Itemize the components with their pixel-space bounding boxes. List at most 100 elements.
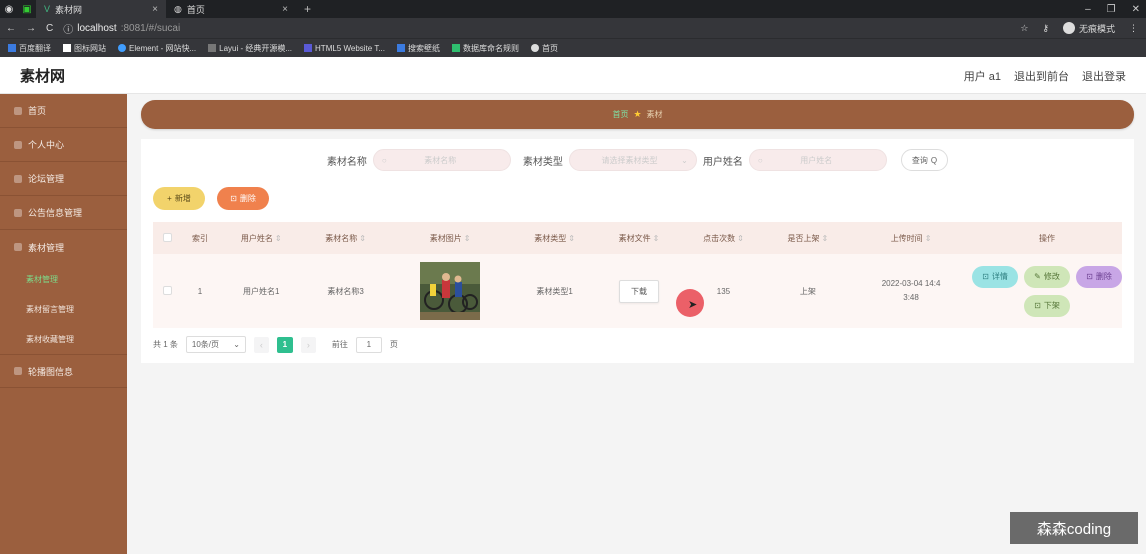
- sidebar-subitem-comments[interactable]: 素材留言管理: [0, 294, 127, 324]
- col-status[interactable]: 是否上架 ⇕: [765, 222, 851, 254]
- content-panel: 素材名称 ○ 素材名称 素材类型 请选择素材类型 ⌄ 用户姓名 ○ 用户姓名 查…: [141, 139, 1134, 363]
- sidebar-item-label: 个人中心: [28, 140, 65, 150]
- new-tab-icon[interactable]: +: [296, 2, 319, 16]
- batch-delete-button[interactable]: ⊡ 删除: [217, 187, 269, 210]
- name-search-input[interactable]: ○ 素材名称: [372, 149, 511, 171]
- page-suffix: 页: [389, 340, 398, 349]
- bookmark-item[interactable]: 首页: [530, 43, 558, 54]
- query-button[interactable]: 查询 Q: [900, 149, 949, 171]
- sort-icon: ⇕: [821, 233, 829, 243]
- incognito-badge[interactable]: 无痕模式: [1062, 22, 1115, 35]
- edit-label: 修改: [1043, 272, 1060, 281]
- goto-page-input[interactable]: 1: [355, 336, 382, 353]
- reload-icon[interactable]: C: [46, 23, 53, 34]
- bookmark-item[interactable]: Layui - 经典开源模...: [208, 43, 292, 54]
- pagination: 共 1 条 10条/页 ⌄ ‹ 1 › 前往 1 页: [153, 336, 1122, 353]
- forward-icon[interactable]: →: [26, 23, 36, 34]
- mouse-cursor-icon: ➤: [688, 299, 698, 311]
- col-clicks[interactable]: 点击次数 ⇕: [681, 222, 766, 254]
- col-label: 操作: [1039, 233, 1055, 243]
- chevron-down-icon: ⌄: [681, 155, 688, 165]
- sidebar-subitem-favorites[interactable]: 素材收藏管理: [0, 324, 127, 354]
- material-thumbnail[interactable]: [420, 262, 481, 320]
- col-label: 素材图片: [429, 233, 462, 243]
- col-type[interactable]: 素材类型 ⇕: [512, 222, 597, 254]
- incognito-label: 无痕模式: [1078, 23, 1115, 34]
- sidebar-item-notice[interactable]: 公告信息管理: [0, 196, 127, 230]
- cell-image: [387, 254, 513, 328]
- next-page-icon[interactable]: ›: [300, 336, 316, 353]
- col-image[interactable]: 素材图片 ⇕: [387, 222, 513, 254]
- bookmark-icon: [530, 44, 539, 52]
- col-index: 索引: [181, 222, 219, 254]
- plus-icon: +: [167, 194, 172, 203]
- star-icon[interactable]: ☆: [1020, 23, 1028, 34]
- sidebar-item-label: 素材管理: [28, 242, 65, 253]
- logout-link[interactable]: 退出登录: [1082, 68, 1126, 84]
- bookmark-item[interactable]: HTML5 Website T...: [304, 44, 385, 53]
- close-window-icon[interactable]: ✕: [1132, 4, 1140, 15]
- sidebar-subitem-material[interactable]: 素材管理: [0, 264, 127, 294]
- col-user[interactable]: 用户姓名 ⇕: [219, 222, 304, 254]
- sidebar-item-material[interactable]: 素材管理: [0, 230, 127, 264]
- current-page[interactable]: 1: [276, 336, 293, 353]
- col-name[interactable]: 素材名称 ⇕: [303, 222, 388, 254]
- add-button[interactable]: + 新增: [153, 187, 205, 210]
- browser-menu-icon[interactable]: ◉: [0, 0, 18, 18]
- edit-button[interactable]: ✎ 修改: [1024, 265, 1070, 288]
- col-file[interactable]: 素材文件 ⇕: [596, 222, 682, 254]
- select-all-checkbox[interactable]: [162, 232, 172, 242]
- bookmark-icon: [451, 44, 460, 52]
- col-label: 是否上架: [787, 233, 820, 243]
- select-all-cell: [153, 222, 181, 254]
- sidebar-item-home[interactable]: 首页: [0, 94, 127, 128]
- bookmark-item[interactable]: 图标网站: [63, 43, 106, 54]
- key-icon[interactable]: ⚷: [1042, 23, 1049, 34]
- vue-icon: V: [44, 4, 51, 14]
- breadcrumb: 首页 ★ 素材: [141, 100, 1134, 129]
- delete-label: 删除: [239, 194, 256, 203]
- back-icon[interactable]: ←: [6, 23, 16, 34]
- to-front-link[interactable]: 退出到前台: [1014, 68, 1069, 84]
- prev-page-icon[interactable]: ‹: [253, 336, 269, 353]
- detail-button[interactable]: ⊡ 详情: [972, 265, 1018, 288]
- delete-label: 删除: [1095, 272, 1112, 281]
- home-icon: [14, 106, 22, 115]
- sidebar-item-label: 首页: [28, 106, 47, 116]
- type-select[interactable]: 请选择素材类型 ⌄: [568, 149, 697, 171]
- tab-sucai[interactable]: V 素材网 ×: [36, 0, 166, 18]
- col-label: 素材名称: [325, 233, 358, 243]
- bookmark-item[interactable]: 搜索壁纸: [396, 43, 440, 54]
- download-button[interactable]: 下载: [619, 279, 659, 303]
- url-field[interactable]: ⓘ localhost:8081/#/sucai: [63, 21, 180, 36]
- header-links: 用户 a1 退出到前台 退出登录: [964, 57, 1126, 94]
- action-row: + 新增 ⊡ 删除: [153, 187, 1122, 210]
- bookmark-item[interactable]: 数据库命名规则: [451, 43, 519, 54]
- minimize-icon[interactable]: –: [1085, 4, 1091, 15]
- image-icon: [14, 367, 22, 375]
- time-line-1: 2022-03-04 14:4: [881, 279, 941, 288]
- col-time[interactable]: 上传时间 ⇕: [850, 222, 972, 254]
- bookmark-item[interactable]: 百度翻译: [8, 43, 51, 54]
- restore-icon[interactable]: ❐: [1107, 4, 1116, 15]
- bookmark-item[interactable]: Element - 网站快...: [118, 43, 196, 54]
- edit-icon: ✎: [1034, 272, 1041, 281]
- sidebar-item-profile[interactable]: 个人中心: [0, 128, 127, 162]
- delete-row-button[interactable]: ⊡ 删除: [1076, 265, 1122, 288]
- trash-icon: ⊡: [230, 194, 237, 203]
- query-label: 查询: [911, 155, 928, 165]
- page-size-select[interactable]: 10条/页 ⌄: [185, 336, 246, 353]
- breadcrumb-home[interactable]: 首页: [612, 109, 628, 120]
- close-tab-icon[interactable]: ×: [152, 4, 158, 15]
- sidebar-item-label: 论坛管理: [28, 174, 65, 184]
- sort-icon: ⇕: [274, 233, 282, 243]
- tab-home[interactable]: ◍ 首页 ×: [166, 0, 296, 18]
- unpublish-button[interactable]: ⊡ 下架: [1024, 294, 1070, 317]
- sidebar-item-carousel[interactable]: 轮播图信息: [0, 354, 127, 388]
- row-checkbox[interactable]: [162, 285, 172, 295]
- user-search-input[interactable]: ○ 用户姓名: [748, 149, 887, 171]
- sidebar-item-forum[interactable]: 论坛管理: [0, 162, 127, 196]
- kebab-menu-icon[interactable]: ⋮: [1129, 23, 1138, 34]
- close-tab-icon[interactable]: ×: [282, 4, 288, 15]
- chevron-down-icon: ⌄: [233, 340, 240, 349]
